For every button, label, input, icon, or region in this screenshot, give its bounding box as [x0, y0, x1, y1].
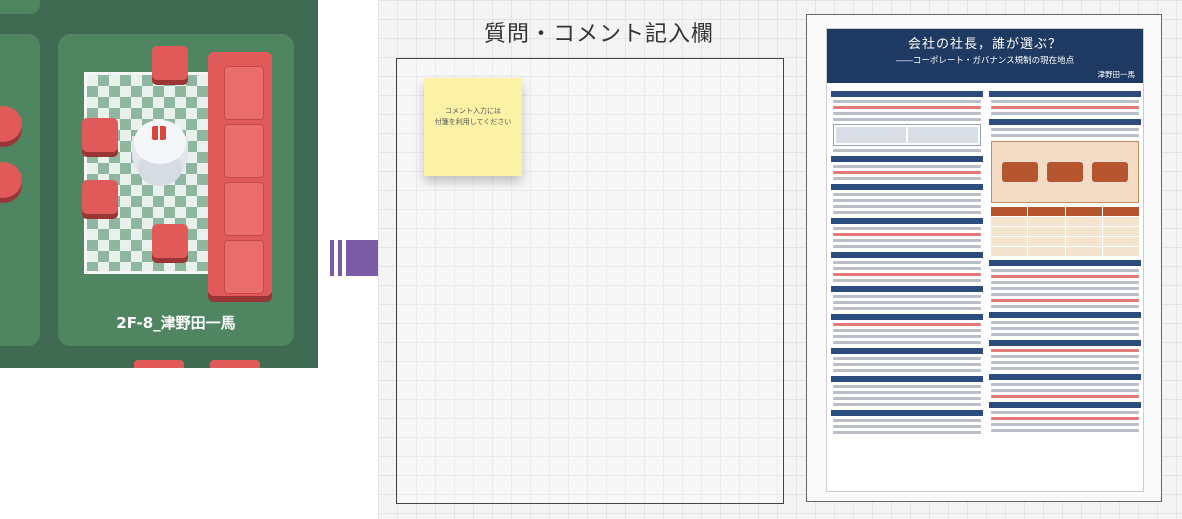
poster-subtitle: ――コーポレート・ガバナンス規制の現在地点	[895, 56, 1075, 66]
poster-left-column	[831, 87, 983, 434]
venue-map: 2F-8_津野田一馬	[0, 0, 318, 368]
chair	[152, 46, 188, 80]
screenshot-composite: 2F-8_津野田一馬 質問・コメント記入欄 コメント入力には 付箋を利用してくださ…	[0, 0, 1182, 519]
chair	[82, 118, 118, 152]
chair	[152, 224, 188, 258]
stool	[0, 106, 22, 142]
adjacent-room-top	[0, 0, 40, 14]
sticky-note-text: コメント入力には 付箋を利用してください	[434, 107, 512, 126]
poster-title: 会社の社長，誰が選ぶ？	[907, 37, 1062, 52]
research-poster[interactable]: 会社の社長，誰が選ぶ？ ――コーポレート・ガバナンス規制の現在地点 津野田一馬	[826, 28, 1144, 492]
poster-body	[827, 83, 1143, 485]
adjacent-room-left	[0, 34, 40, 346]
next-room-furniture	[210, 360, 260, 368]
gift-box-icon	[152, 126, 166, 140]
room-label: 2F-8_津野田一馬	[116, 314, 236, 332]
chair	[82, 180, 118, 214]
sofa	[208, 52, 272, 296]
sticky-note[interactable]: コメント入力には 付箋を利用してください	[424, 78, 522, 176]
poster-header: 会社の社長，誰が選ぶ？ ――コーポレート・ガバナンス規制の現在地点 津野田一馬	[827, 29, 1143, 83]
next-room-furniture	[134, 360, 184, 368]
poster-author: 津野田一馬	[1097, 70, 1136, 79]
comment-area-title: 質問・コメント記入欄	[483, 22, 714, 47]
poster-right-column	[989, 87, 1141, 432]
stool	[0, 162, 22, 198]
